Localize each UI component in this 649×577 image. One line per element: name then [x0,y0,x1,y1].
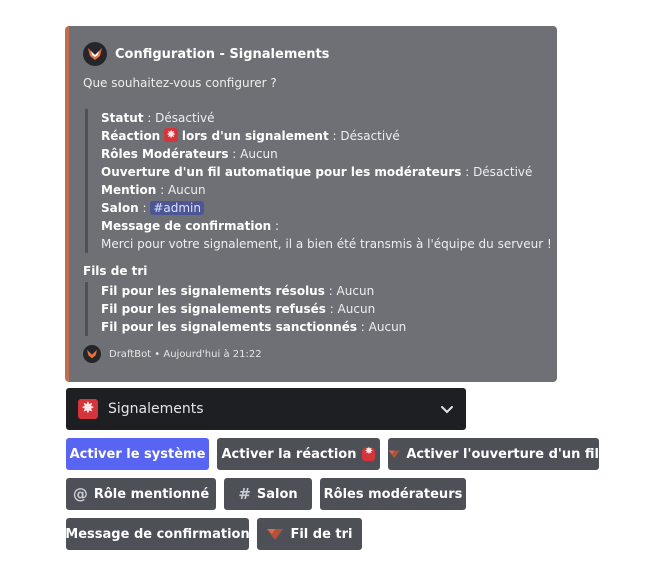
embed-footer: DraftBot • Aujourd'hui à 21:22 [83,345,262,363]
sort-quote: Fil pour les signalements résolus : Aucu… [85,282,545,336]
alarm-light-icon [164,126,179,144]
at-sign-icon: @ [72,485,88,503]
confirmation-line: Message de confirmation : [101,219,280,233]
enable-thread-button[interactable]: Activer l'ouverture d'un fil [388,438,599,470]
sort-thread-button[interactable]: Fil de tri [257,518,362,550]
chevron-down-icon [441,406,453,414]
enable-reaction-button[interactable]: Activer la réaction [217,438,380,470]
channel-button[interactable]: # Salon [224,478,312,510]
embed-card: Configuration - Signalements Que souhait… [65,26,557,382]
embed-title: Configuration - Signalements [115,46,330,62]
hash-icon: # [153,201,164,215]
confirmation-message-button[interactable]: Message de confirmation [65,518,250,550]
resolved-thread-line: Fil pour les signalements résolus : Aucu… [101,284,375,298]
reaction-line: Réaction lors d'un signalement : Désacti… [101,126,545,145]
channel-mention[interactable]: #admin [150,201,204,215]
status-line: Statut : Désactivé [101,111,215,125]
sort-section-title: Fils de tri [83,264,148,278]
draftbot-logo-icon [83,42,107,66]
mention-line: Mention : Aucun [101,183,206,197]
draftbot-footer-icon [83,345,101,363]
thread-heart-icon [388,450,400,459]
refused-thread-line: Fil pour les signalements refusés : Aucu… [101,302,376,316]
alarm-light-icon [362,446,376,461]
mention-role-button[interactable]: @ Rôle mentionné [66,478,216,510]
config-quote: Statut : Désactivé Réaction lors d'un si… [85,109,552,253]
moderator-roles-line: Rôles Modérateurs : Aucun [101,147,278,161]
auto-thread-line: Ouverture d'un fil automatique pour les … [101,165,533,179]
footer-text: DraftBot • Aujourd'hui à 21:22 [109,348,262,360]
hash-icon: # [238,485,251,503]
confirmation-text: Merci pour votre signalement, il a bien … [101,237,552,251]
embed-author: Configuration - Signalements [83,42,329,66]
moderator-roles-button[interactable]: Rôles modérateurs [320,478,466,510]
alarm-light-icon [78,398,98,419]
embed-description: Que souhaitez-vous configurer ? [83,76,277,90]
category-select[interactable]: Signalements [66,388,466,430]
enable-system-button[interactable]: Activer le système [66,438,209,470]
channel-line: Salon : #admin [101,199,545,217]
select-label: Signalements [108,401,204,417]
thread-heart-icon [267,529,284,540]
sanctioned-thread-line: Fil pour les signalements sanctionnés : … [101,320,407,334]
